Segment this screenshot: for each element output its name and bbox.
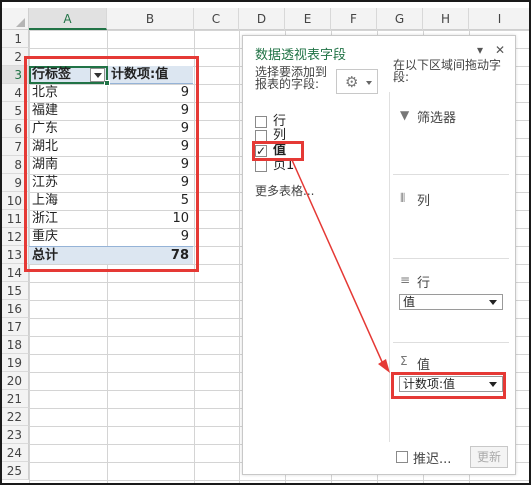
defer-update-label: 推迟...	[413, 452, 452, 467]
pivot-field-list-pane: 数据透视表字段 ▾ ✕ 选择要添加到报表的字段: ⚙ 行 列 值 页1 更多表格…	[242, 35, 516, 475]
select-all-icon	[16, 18, 25, 27]
column-header-e[interactable]: E	[285, 8, 331, 30]
columns-area-label: 列	[417, 194, 431, 209]
values-area-label: 值	[417, 358, 431, 373]
row-header[interactable]: 23	[2, 426, 29, 444]
drag-fields-text: 在以下区域间拖动字段:	[393, 58, 502, 84]
filter-icon: ▼	[400, 108, 410, 122]
row-header[interactable]: 20	[2, 372, 29, 390]
rows-area-label: 行	[417, 276, 431, 291]
pane-title: 数据透视表字段	[255, 48, 347, 63]
select-all-corner[interactable]	[2, 8, 29, 30]
row-header[interactable]: 19	[2, 354, 29, 372]
column-header-i[interactable]: I	[469, 8, 529, 30]
area-divider	[393, 258, 509, 259]
chevron-down-icon	[366, 81, 372, 85]
area-divider	[393, 174, 509, 175]
row-header[interactable]: 24	[2, 444, 29, 462]
grid-line	[239, 30, 240, 483]
row-header[interactable]: 22	[2, 408, 29, 426]
pivot-highlight-box	[24, 56, 199, 272]
window-frame: A B C D E F G H I 1 2 3 4 5 6 7 8 9 10 1…	[0, 0, 531, 485]
row-header[interactable]: 1	[2, 30, 29, 48]
column-header-h[interactable]: H	[423, 8, 469, 30]
column-header-f[interactable]: F	[331, 8, 377, 30]
sigma-icon: Σ	[400, 354, 408, 368]
column-header-g[interactable]: G	[377, 8, 423, 30]
column-header-d[interactable]: D	[239, 8, 285, 30]
gear-icon: ⚙	[345, 73, 359, 91]
rows-icon: ≡	[400, 273, 411, 287]
defer-update-checkbox[interactable]	[396, 451, 408, 463]
row-header[interactable]: 15	[2, 282, 29, 300]
column-header-a[interactable]: A	[29, 8, 107, 30]
row-header[interactable]: 18	[2, 336, 29, 354]
values-dropdown-highlight-box	[391, 372, 506, 399]
tools-button[interactable]: ⚙	[336, 69, 378, 94]
row-header[interactable]: 25	[2, 462, 29, 480]
field-checkbox[interactable]	[255, 116, 267, 128]
rows-field-value: 值	[403, 295, 416, 309]
update-button[interactable]: 更新	[470, 446, 508, 468]
choose-fields-text: 选择要添加到报表的字段:	[255, 65, 328, 91]
close-icon[interactable]: ✕	[495, 43, 505, 57]
pane-options-icon[interactable]: ▾	[477, 43, 483, 57]
row-header[interactable]: 21	[2, 390, 29, 408]
value-field-highlight-box	[252, 141, 304, 161]
rows-field-dropdown[interactable]: 值	[399, 294, 503, 310]
row-header[interactable]: 16	[2, 300, 29, 318]
columns-icon: ⦀	[400, 191, 406, 205]
column-header-c[interactable]: C	[194, 8, 239, 30]
more-tables-link[interactable]: 更多表格...	[255, 182, 314, 199]
column-header-b[interactable]: B	[107, 8, 194, 30]
filters-area-label: 筛选器	[417, 111, 457, 126]
field-checkbox[interactable]	[255, 160, 267, 172]
area-divider	[393, 342, 509, 343]
column-header-row: A B C D E F G H I	[2, 8, 529, 30]
chevron-down-icon	[489, 300, 497, 305]
row-header[interactable]: 17	[2, 318, 29, 336]
